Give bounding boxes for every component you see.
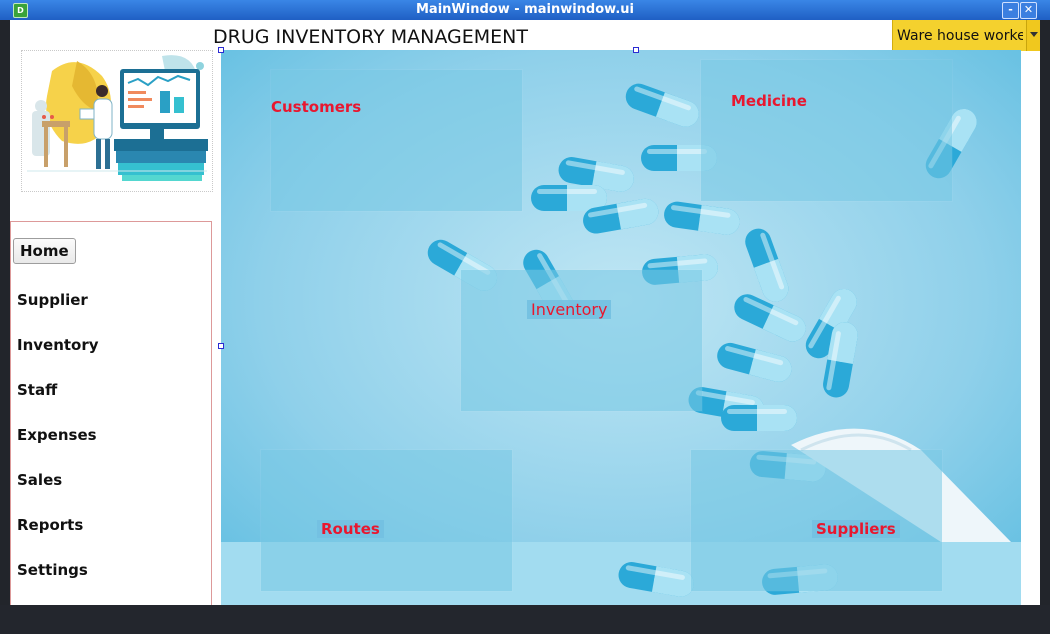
window-titlebar: D MainWindow - mainwindow.ui - ✕ (0, 0, 1050, 20)
minimize-button[interactable]: - (1002, 2, 1019, 19)
selection-handle[interactable] (218, 47, 224, 53)
medicine-label: Medicine (731, 92, 807, 110)
close-button[interactable]: ✕ (1020, 2, 1037, 19)
sidebar-item-inventory[interactable]: Inventory (17, 336, 99, 354)
inventory-label: Inventory (527, 300, 612, 319)
routes-label: Routes (317, 520, 384, 538)
taskbar (0, 605, 1050, 634)
window-title: MainWindow - mainwindow.ui (416, 2, 634, 17)
sidebar-item-staff[interactable]: Staff (17, 381, 57, 399)
pharmacy-illustration-icon (27, 55, 208, 181)
sidebar-item-expenses[interactable]: Expenses (17, 426, 97, 444)
sidebar-item-home[interactable]: Home (13, 238, 76, 264)
role-select-value: Ware house worke (897, 28, 1023, 44)
sidebar-item-reports[interactable]: Reports (17, 516, 83, 534)
sidebar-item-settings[interactable]: Settings (17, 561, 88, 579)
customers-tile[interactable]: Customers (271, 70, 522, 211)
role-select[interactable]: Ware house worke (892, 20, 1040, 51)
customers-label: Customers (271, 98, 362, 116)
selection-handle[interactable] (633, 47, 639, 53)
suppliers-label: Suppliers (812, 520, 900, 538)
logo-illustration (21, 50, 213, 192)
medicine-tile[interactable]: Medicine (701, 60, 952, 201)
inventory-tile[interactable]: Inventory (461, 270, 702, 411)
sidebar-item-supplier[interactable]: Supplier (17, 291, 88, 309)
hero-background: Customers Medicine Inventory Routes Supp… (221, 50, 1021, 605)
sidebar-item-sales[interactable]: Sales (17, 471, 62, 489)
selection-handle[interactable] (218, 343, 224, 349)
main-window: DRUG INVENTORY MANAGEMENT Ware house wor… (10, 20, 1040, 605)
chevron-down-icon[interactable] (1026, 20, 1040, 51)
routes-tile[interactable]: Routes (261, 450, 512, 591)
page-title: DRUG INVENTORY MANAGEMENT (213, 26, 528, 48)
sidebar-nav: Home Supplier Inventory Staff Expenses S… (10, 221, 212, 605)
suppliers-tile[interactable]: Suppliers (691, 450, 942, 591)
